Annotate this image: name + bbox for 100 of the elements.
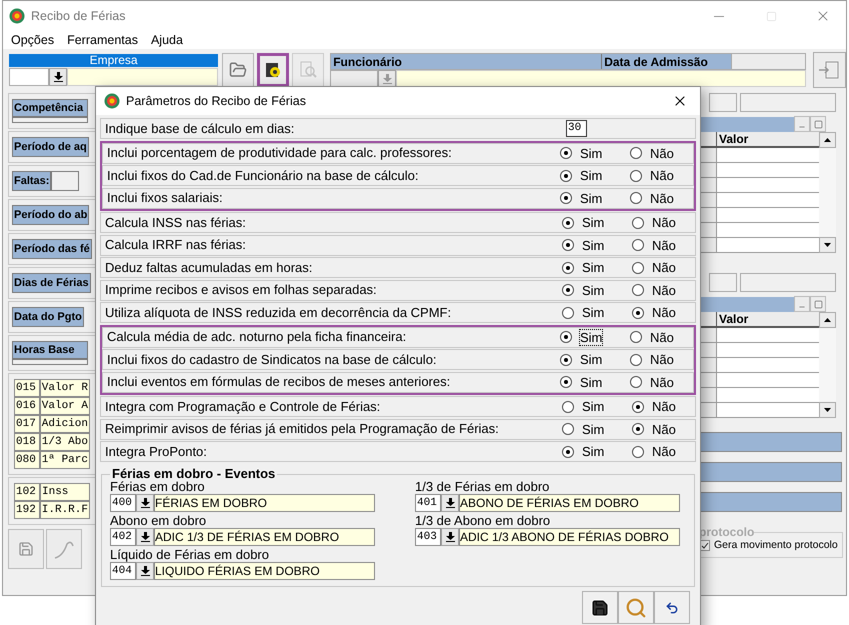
menu-item[interactable]: Ferramentas bbox=[67, 30, 138, 50]
option-label: Utiliza alíquota de INSS reduzida em decorrência da CPMF: bbox=[105, 304, 452, 322]
code-field[interactable]: 404 bbox=[110, 562, 136, 580]
radio-button[interactable] bbox=[632, 262, 644, 274]
option-label: Calcula média de adc. noturno pela ficha financeira: bbox=[107, 328, 408, 346]
radio-button[interactable] bbox=[560, 147, 572, 159]
radio-button[interactable] bbox=[560, 170, 572, 182]
radio-label: Sim bbox=[582, 215, 604, 230]
input-field[interactable] bbox=[12, 117, 88, 123]
section-header: Empresa bbox=[9, 54, 218, 67]
toolbar-button[interactable] bbox=[257, 53, 290, 87]
event-code: 080 bbox=[14, 451, 40, 469]
code-field[interactable]: 402 bbox=[110, 528, 136, 546]
radio-button[interactable] bbox=[630, 147, 642, 159]
radio-button[interactable] bbox=[630, 331, 642, 343]
undo-button[interactable] bbox=[654, 591, 690, 624]
radio-label: Não bbox=[650, 190, 674, 206]
section-header: Data de Admissão bbox=[601, 54, 732, 68]
event-name-field[interactable]: FÉRIAS EM DOBRO bbox=[154, 494, 375, 512]
radio-label: Não bbox=[652, 305, 676, 320]
radio-button[interactable] bbox=[632, 306, 644, 318]
radio-button[interactable] bbox=[562, 400, 574, 412]
input-field[interactable] bbox=[12, 359, 88, 365]
option-label: Reimprimir avisos de férias já emitidos pela Programação de Férias: bbox=[105, 420, 500, 438]
radio-button[interactable] bbox=[630, 376, 642, 388]
search-icon bbox=[625, 596, 647, 618]
radio-button[interactable] bbox=[562, 284, 574, 296]
input-field[interactable] bbox=[709, 93, 737, 112]
scrollbar[interactable] bbox=[819, 132, 836, 253]
menu-item[interactable]: Opções bbox=[11, 30, 54, 50]
maximize-icon bbox=[814, 300, 822, 308]
radio-button[interactable] bbox=[560, 331, 572, 343]
input-field[interactable] bbox=[330, 70, 378, 87]
radio-button[interactable] bbox=[632, 423, 644, 435]
maximize-button[interactable] bbox=[810, 296, 826, 312]
download-arrow-icon bbox=[140, 532, 150, 542]
radio-button[interactable] bbox=[562, 306, 574, 318]
document-arrow-icon bbox=[818, 60, 840, 80]
event-name-field[interactable]: ABONO DE FÉRIAS EM DOBRO bbox=[459, 494, 680, 512]
event-name-field[interactable]: ADIC 1/3 DE FÉRIAS EM DOBRO bbox=[154, 528, 375, 546]
radio-label: Sim bbox=[582, 305, 604, 320]
days-input[interactable]: 30 bbox=[566, 120, 587, 137]
radio-button[interactable] bbox=[562, 216, 574, 228]
radio-button[interactable] bbox=[562, 239, 574, 251]
option-label: Inclui fixos salariais: bbox=[107, 189, 224, 208]
radio-button[interactable] bbox=[632, 400, 644, 412]
radio-button[interactable] bbox=[632, 284, 644, 296]
input-field[interactable] bbox=[67, 68, 218, 86]
radio-label: Sim bbox=[582, 282, 604, 298]
code-field[interactable]: 403 bbox=[415, 528, 441, 546]
save-button[interactable] bbox=[582, 591, 618, 624]
radio-label: Não bbox=[652, 215, 676, 230]
maximize-button[interactable] bbox=[810, 116, 826, 132]
radio-button[interactable] bbox=[630, 170, 642, 182]
radio-button[interactable] bbox=[632, 216, 644, 228]
radio-label: Sim bbox=[582, 260, 604, 275]
option-label: Imprime recibos e avisos em folhas separadas: bbox=[105, 281, 378, 300]
dropdown-button[interactable] bbox=[49, 68, 67, 86]
scrollbar[interactable] bbox=[819, 312, 836, 418]
radio-button[interactable] bbox=[630, 354, 642, 366]
input-field[interactable] bbox=[396, 70, 806, 87]
option-label: Inclui fixos do cadastro de Sindicatos na base de cálculo: bbox=[107, 350, 438, 369]
radio-button[interactable] bbox=[560, 354, 572, 366]
download-arrow-icon bbox=[140, 498, 150, 508]
code-field[interactable]: 400 bbox=[110, 494, 136, 512]
dropdown-button[interactable] bbox=[136, 528, 154, 546]
radio-button[interactable] bbox=[562, 262, 574, 274]
field-label: Abono em dobro bbox=[110, 514, 208, 528]
event-code: 102 bbox=[14, 483, 40, 501]
event-name-field[interactable]: ADIC 1/3 ABONO DE FÉRIAS DOBRO bbox=[459, 528, 680, 546]
input-field[interactable] bbox=[740, 273, 836, 292]
save-icon bbox=[18, 541, 34, 557]
code-field[interactable]: 401 bbox=[415, 494, 441, 512]
radio-button[interactable] bbox=[632, 446, 644, 458]
event-name-field[interactable]: LIQUIDO FÉRIAS EM DOBRO bbox=[154, 562, 375, 580]
radio-button[interactable] bbox=[560, 376, 572, 388]
input-field[interactable] bbox=[51, 171, 80, 191]
event-code: 192 bbox=[14, 501, 40, 519]
event-code: 018 bbox=[14, 433, 40, 451]
input-field[interactable] bbox=[709, 273, 737, 292]
dropdown-button[interactable] bbox=[136, 562, 154, 580]
column-header: Valor bbox=[716, 132, 819, 148]
input-field[interactable] bbox=[9, 68, 49, 86]
event-name: Valor R bbox=[40, 379, 90, 397]
radio-button[interactable] bbox=[562, 423, 574, 435]
radio-button[interactable] bbox=[630, 192, 642, 204]
input-field[interactable] bbox=[740, 93, 836, 112]
dropdown-button[interactable] bbox=[136, 494, 154, 512]
dropdown-button[interactable] bbox=[441, 494, 459, 512]
option-label: Inclui porcentagem de produtividade para calc. professores: bbox=[107, 144, 453, 162]
radio-label: Não bbox=[650, 146, 674, 160]
menu-item[interactable]: Ajuda bbox=[150, 30, 183, 50]
radio-button[interactable] bbox=[632, 239, 644, 251]
radio-button[interactable] bbox=[560, 192, 572, 204]
dropdown-button[interactable] bbox=[441, 528, 459, 546]
radio-button[interactable] bbox=[562, 446, 574, 458]
download-arrow-icon bbox=[140, 566, 150, 576]
option-label: Calcula INSS nas férias: bbox=[105, 214, 247, 232]
download-arrow-icon bbox=[446, 498, 454, 508]
group-title: Férias em dobro - Eventos bbox=[111, 468, 276, 480]
